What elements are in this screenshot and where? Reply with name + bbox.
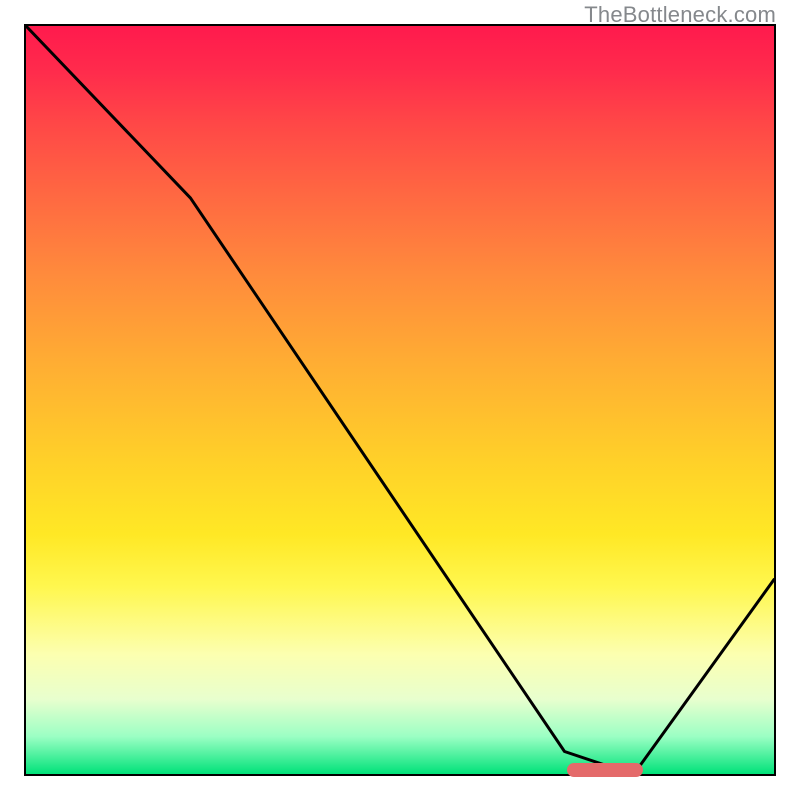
chart-container: TheBottleneck.com bbox=[0, 0, 800, 800]
curve-svg bbox=[26, 26, 774, 774]
bottleneck-curve bbox=[26, 26, 774, 767]
plot-area bbox=[24, 24, 776, 776]
optimal-marker bbox=[567, 763, 642, 777]
